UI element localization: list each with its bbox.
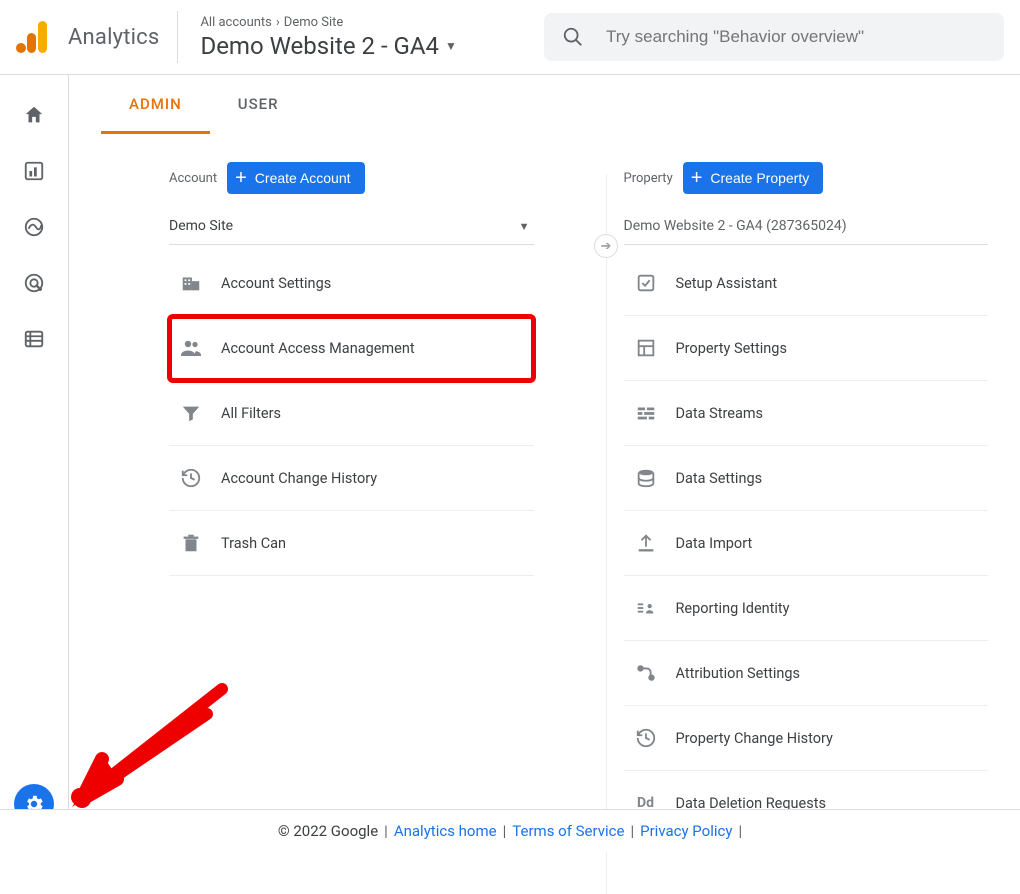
menu-label: Reporting Identity	[676, 600, 790, 617]
plus-icon: +	[235, 168, 247, 188]
tab-user[interactable]: USER	[210, 75, 307, 134]
property-selector[interactable]: All accounts › Demo Site Demo Website 2 …	[200, 15, 456, 60]
column-toggle-icon[interactable]: ➔	[594, 234, 618, 258]
trash-icon	[179, 531, 203, 555]
admin-columns: ➔ Account + Create Account Demo Site ▼ A…	[69, 134, 1020, 836]
nav-explore-icon[interactable]	[22, 215, 46, 239]
breadcrumb-root: All accounts	[200, 15, 271, 30]
caret-down-icon: ▼	[445, 39, 457, 53]
menu-label: Trash Can	[221, 535, 286, 552]
footer-sep: |	[503, 822, 507, 840]
menu-account-change-history[interactable]: Account Change History	[169, 446, 534, 511]
account-column: Account + Create Account Demo Site ▼ Acc…	[169, 162, 534, 836]
footer-sep: |	[384, 822, 388, 840]
menu-property-change-history[interactable]: Property Change History	[624, 706, 989, 771]
footer-sep: |	[738, 822, 742, 840]
chevron-right-icon: ›	[276, 15, 280, 30]
nav-home-icon[interactable]	[22, 103, 46, 127]
menu-label: Attribution Settings	[676, 665, 801, 682]
footer: © 2022 Google | Analytics home | Terms o…	[0, 809, 1020, 852]
footer-sep: |	[630, 822, 634, 840]
account-picker[interactable]: Demo Site ▼	[169, 208, 534, 245]
people-icon	[179, 336, 203, 360]
history-icon	[634, 726, 658, 750]
plus-icon: +	[691, 168, 703, 188]
menu-account-access-management[interactable]: Account Access Management	[169, 316, 534, 381]
menu-label: Data Import	[676, 535, 753, 552]
menu-label: Account Settings	[221, 275, 331, 292]
menu-account-settings[interactable]: Account Settings	[169, 251, 534, 316]
menu-data-streams[interactable]: Data Streams	[624, 381, 989, 446]
menu-data-import[interactable]: Data Import	[624, 511, 989, 576]
account-column-header: Account + Create Account	[169, 162, 534, 194]
left-nav-rail	[0, 75, 69, 852]
menu-data-settings[interactable]: Data Settings	[624, 446, 989, 511]
create-property-label: Create Property	[710, 170, 809, 186]
account-picker-value: Demo Site	[169, 218, 233, 234]
property-menu: Setup Assistant Property Settings Data S…	[624, 251, 989, 836]
search-box[interactable]	[544, 13, 1004, 61]
streams-icon	[634, 401, 658, 425]
menu-label: Property Change History	[676, 730, 833, 747]
nav-advertising-icon[interactable]	[22, 271, 46, 295]
menu-label: Account Change History	[221, 470, 377, 487]
identity-icon	[634, 596, 658, 620]
menu-property-settings[interactable]: Property Settings	[624, 316, 989, 381]
account-label: Account	[169, 171, 217, 186]
menu-label: Property Settings	[676, 340, 787, 357]
tab-admin[interactable]: ADMIN	[101, 75, 210, 134]
footer-copyright: © 2022 Google	[278, 822, 378, 840]
property-column-header: Property + Create Property	[624, 162, 989, 194]
property-label: Property	[624, 171, 673, 186]
main-content: ADMIN USER ➔ Account + Create Account De…	[69, 75, 1020, 809]
admin-tabs: ADMIN USER	[69, 75, 1020, 134]
nav-configure-icon[interactable]	[22, 327, 46, 351]
footer-link-analytics-home[interactable]: Analytics home	[394, 822, 497, 840]
column-divider	[606, 174, 607, 894]
search-icon	[562, 26, 584, 48]
footer-link-privacy[interactable]: Privacy Policy	[640, 822, 732, 840]
database-icon	[634, 466, 658, 490]
brand-name: Analytics	[68, 25, 159, 50]
create-account-button[interactable]: + Create Account	[227, 162, 364, 194]
footer-link-terms[interactable]: Terms of Service	[512, 822, 624, 840]
property-picker[interactable]: Demo Website 2 - GA4 ▼	[200, 32, 456, 60]
menu-attribution-settings[interactable]: Attribution Settings	[624, 641, 989, 706]
breadcrumb: All accounts › Demo Site	[200, 15, 456, 30]
menu-reporting-identity[interactable]: Reporting Identity	[624, 576, 989, 641]
property-picker-value: Demo Website 2 - GA4 (287365024)	[624, 208, 989, 245]
create-property-button[interactable]: + Create Property	[683, 162, 824, 194]
menu-all-filters[interactable]: All Filters	[169, 381, 534, 446]
breadcrumb-site: Demo Site	[284, 15, 344, 30]
menu-label: Setup Assistant	[676, 275, 778, 292]
menu-label: Data Settings	[676, 470, 763, 487]
menu-label: All Filters	[221, 405, 281, 422]
create-account-label: Create Account	[255, 170, 351, 186]
caret-down-icon: ▼	[519, 220, 530, 233]
building-icon	[179, 271, 203, 295]
logo-block: Analytics	[16, 11, 178, 63]
search-input[interactable]	[606, 27, 986, 47]
property-picker-label: Demo Website 2 - GA4	[200, 32, 439, 60]
app-header: Analytics All accounts › Demo Site Demo …	[0, 0, 1020, 75]
upload-icon	[634, 531, 658, 555]
menu-trash-can[interactable]: Trash Can	[169, 511, 534, 576]
attribution-icon	[634, 661, 658, 685]
menu-label: Data Streams	[676, 405, 764, 422]
filter-icon	[179, 401, 203, 425]
property-column: Property + Create Property Demo Website …	[624, 162, 989, 836]
menu-setup-assistant[interactable]: Setup Assistant	[624, 251, 989, 316]
layout-icon	[634, 336, 658, 360]
menu-label: Account Access Management	[221, 340, 415, 357]
account-menu: Account Settings Account Access Manageme…	[169, 251, 534, 576]
nav-reports-icon[interactable]	[22, 159, 46, 183]
checklist-icon	[634, 271, 658, 295]
analytics-logo-icon	[16, 19, 52, 55]
history-icon	[179, 466, 203, 490]
